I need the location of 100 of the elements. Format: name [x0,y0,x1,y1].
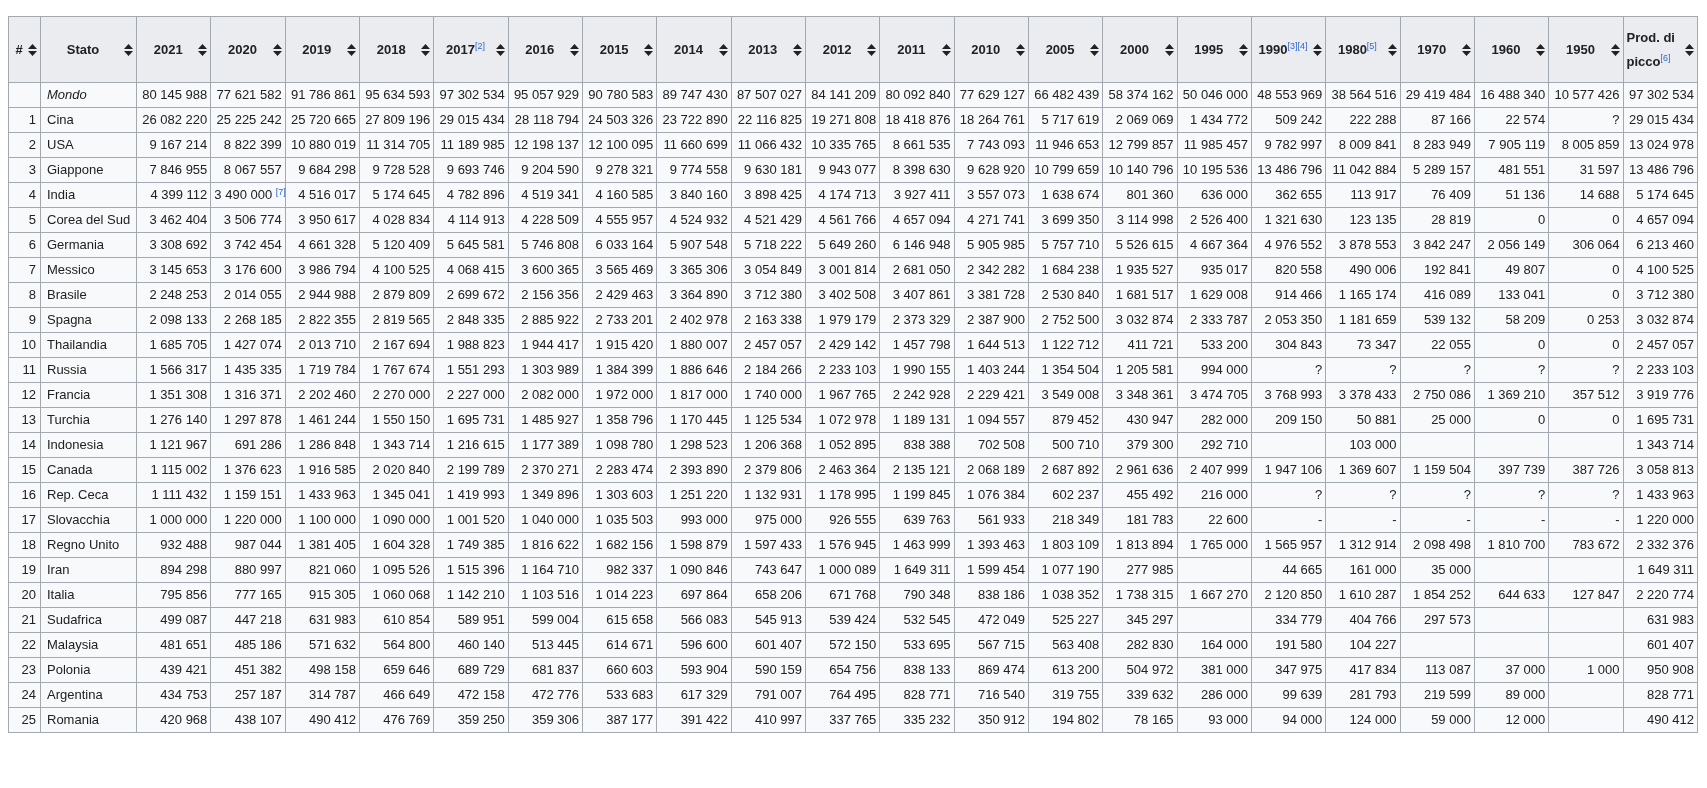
table-cell: 2 248 253 [136,282,211,308]
table-cell: 127 847 [1548,582,1624,608]
column-header[interactable]: 1995 [1177,16,1252,83]
table-cell: 3 145 653 [136,257,211,283]
table-cell: 5 120 409 [359,232,434,258]
column-header[interactable]: 1970 [1400,16,1475,83]
table-cell: 1 990 155 [879,357,955,383]
rank-cell: 18 [8,532,41,558]
table-cell: 1 115 002 [136,457,211,483]
table-cell: 8 067 557 [210,157,286,183]
column-header[interactable]: 1990$^{[3][4]}$ [1251,16,1326,83]
column-header[interactable]: 2021 [136,16,211,83]
table-cell: 1 685 705 [136,332,211,358]
table-cell: 828 771 [1623,682,1698,708]
table-cell: 561 933 [954,507,1029,533]
table-cell: 658 206 [731,582,806,608]
table-cell: 1 170 445 [656,407,732,433]
table-cell: 2 687 892 [1028,457,1103,483]
table-cell: 691 286 [210,432,286,458]
table-cell: 12 799 857 [1102,132,1178,158]
column-header[interactable]: 2020 [210,16,286,83]
column-header[interactable]: 1960 [1474,16,1549,83]
table-cell: 2 681 050 [879,257,955,283]
column-header[interactable]: 2019 [285,16,360,83]
table-cell: 218 349 [1028,507,1103,533]
column-header[interactable]: 1950 [1548,16,1624,83]
table-cell: 3 557 073 [954,182,1029,208]
table-cell: 2 393 890 [656,457,732,483]
column-header[interactable]: 2013 [731,16,806,83]
table-cell: 1 854 252 [1400,582,1475,608]
table-cell: 1 343 714 [1623,432,1698,458]
table-cell: 13 486 796 [1251,157,1326,183]
table-cell: 3 032 874 [1623,307,1698,333]
table-cell: 1 125 534 [731,407,806,433]
table-cell: 2 053 350 [1251,307,1326,333]
table-cell: 1 072 978 [805,407,880,433]
table-cell: 411 721 [1102,332,1178,358]
column-header[interactable]: 2016 [508,16,583,83]
rank-cell: 4 [8,182,41,208]
table-cell: 10 140 796 [1102,157,1178,183]
country-cell: USA [40,132,137,158]
table-cell: 76 409 [1400,182,1475,208]
table-cell: 1 749 385 [433,532,509,558]
column-header[interactable]: 2005 [1028,16,1103,83]
column-header[interactable]: # [8,16,41,83]
table-cell: 4 516 017 [285,182,360,208]
table-cell: 1 886 646 [656,357,732,383]
table-cell: 2 268 185 [210,307,286,333]
column-header[interactable]: 1980$^{[5]}$ [1325,16,1401,83]
column-header[interactable]: 2010 [954,16,1029,83]
sort-icon [1015,43,1025,56]
rank-cell: 20 [8,582,41,608]
table-cell: 994 000 [1177,357,1252,383]
table-cell: 2 387 900 [954,307,1029,333]
table-cell: ? [1325,482,1401,508]
table-cell: 639 763 [879,507,955,533]
table-cell: 3 840 160 [656,182,732,208]
table-cell: 1 610 287 [1325,582,1401,608]
table-cell: 572 150 [805,632,880,658]
table-cell: 490 412 [1623,707,1698,733]
table-cell: 3 407 861 [879,282,955,308]
table-cell: 51 136 [1474,182,1549,208]
table-cell: 12 100 095 [582,132,657,158]
table-cell: 1 095 526 [359,557,434,583]
table-cell: - [1474,507,1549,533]
rank-cell: 16 [8,482,41,508]
column-header[interactable]: 2018 [359,16,434,83]
column-header[interactable]: 2017$^{[2]}$ [433,16,509,83]
table-cell: 499 087 [136,607,211,633]
rank-cell: 12 [8,382,41,408]
table-cell: 1 076 384 [954,482,1029,508]
table-cell: 601 407 [731,632,806,658]
table-cell: 3 986 794 [285,257,360,283]
table-cell: 3 114 998 [1102,207,1178,233]
sort-icon [569,43,579,56]
table-cell: 2 379 806 [731,457,806,483]
column-header[interactable]: 2000 [1102,16,1178,83]
column-header[interactable]: 2012 [805,16,880,83]
column-header[interactable]: Prod. di picco$^{[6]}$ [1623,16,1698,83]
column-header[interactable]: Stato [40,16,137,83]
table-cell: 697 864 [656,582,732,608]
table-cell: 1 220 000 [1623,507,1698,533]
table-cell: 50 881 [1325,407,1401,433]
table-cell: 1 638 674 [1028,182,1103,208]
table-cell: 1 038 352 [1028,582,1103,608]
country-cell: Spagna [40,307,137,333]
country-cell: Thailandia [40,332,137,358]
table-cell: 1 816 622 [508,532,583,558]
country-cell: Brasile [40,282,137,308]
column-header[interactable]: 2011 [879,16,955,83]
table-cell: 13 024 978 [1623,132,1698,158]
table-cell: 671 768 [805,582,880,608]
column-header[interactable]: 2015 [582,16,657,83]
table-cell: 90 780 583 [582,82,657,108]
table-cell: 26 082 220 [136,107,211,133]
table-cell: 1 403 244 [954,357,1029,383]
table-cell: 1 817 000 [656,382,732,408]
column-header[interactable]: 2014 [656,16,732,83]
table-cell: 4 521 429 [731,207,806,233]
table-cell: 49 807 [1474,257,1549,283]
